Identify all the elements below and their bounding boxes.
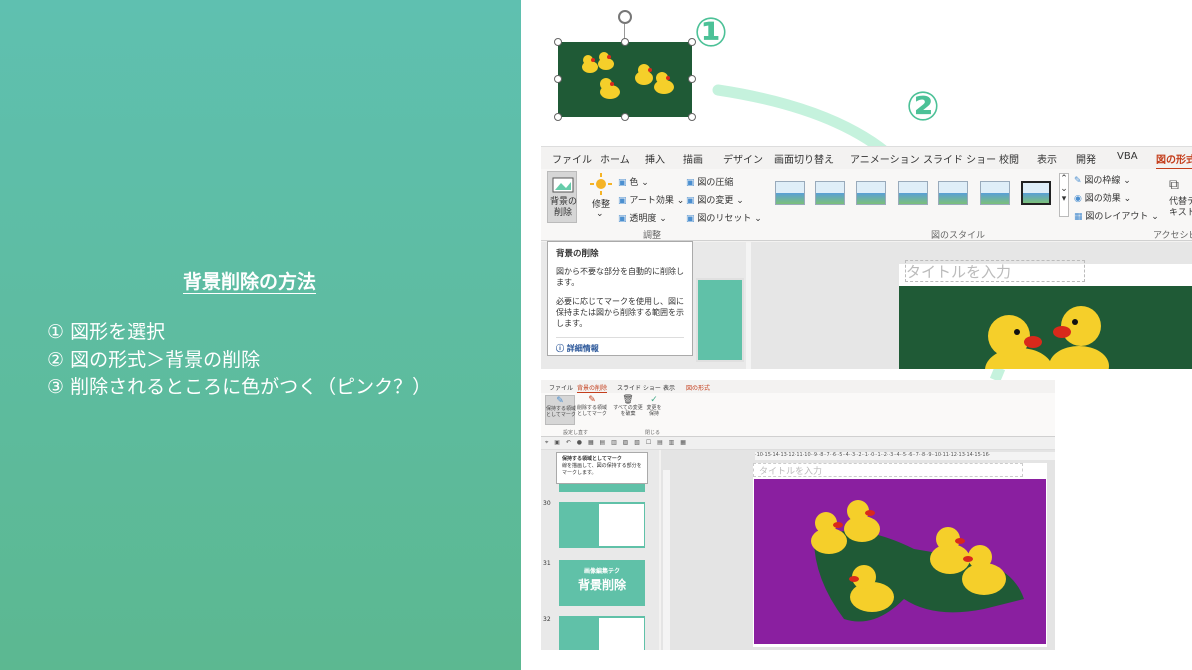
ribbon-body: 背景の 削除 修整 ⌄ ▣ 色 ⌄ ▣ アート効果 ⌄ ▣ 透明度 ⌄ ▣ 図の…: [541, 169, 1192, 241]
step-1: ① 図形を選択: [47, 321, 166, 343]
tab-slideshow[interactable]: スライド ショー: [923, 151, 996, 166]
steps-list: ① 図形を選択 ② 図の形式＞背景の削除 ③ 削除されるところに色がつく（ピンク…: [47, 319, 431, 402]
alt-text-icon: ⧉: [1169, 177, 1179, 193]
slide-thumbnail-32[interactable]: [559, 616, 645, 650]
resize-handle[interactable]: [621, 38, 629, 46]
tab-insert[interactable]: 挿入: [645, 151, 665, 166]
tab-home[interactable]: ホーム: [600, 151, 630, 166]
corrections-dropdown-icon[interactable]: ⌄: [596, 209, 604, 219]
trash-icon: 🗑: [622, 395, 634, 405]
style-thumbnail[interactable]: [938, 181, 968, 205]
title-placeholder[interactable]: タイトルを入力: [905, 260, 1085, 282]
resize-handle[interactable]: [621, 113, 629, 121]
tab-file[interactable]: ファイル: [549, 383, 573, 392]
tab-draw[interactable]: 描画: [683, 151, 703, 166]
rotate-handle-icon[interactable]: [618, 10, 632, 24]
picture-border-button[interactable]: ✎ 図の枠線 ⌄: [1074, 173, 1131, 186]
resize-handle[interactable]: [554, 75, 562, 83]
style-thumbnail[interactable]: [1021, 181, 1051, 205]
corrections-icon: [590, 173, 612, 195]
slide-thumbnail-31[interactable]: 画像編集テク 背景削除: [559, 560, 645, 606]
page-title: 背景削除の方法: [183, 271, 317, 293]
style-thumbnail[interactable]: [815, 181, 845, 205]
transparency-button[interactable]: ▣ 透明度 ⌄: [618, 211, 667, 224]
color-button[interactable]: ▣ 色 ⌄: [618, 175, 649, 188]
style-thumbnail[interactable]: [980, 181, 1010, 205]
tab-animations[interactable]: アニメーション: [850, 151, 920, 166]
slide-thumbnail[interactable]: [696, 278, 744, 362]
style-thumbnail[interactable]: [898, 181, 928, 205]
tab-file[interactable]: ファイル: [552, 151, 592, 166]
step-3: ③ 削除されるところに色がつく（ピンク？）: [47, 376, 432, 398]
remove-background-button[interactable]: 背景の 削除: [547, 171, 577, 223]
reset-picture-button[interactable]: ▣ 図のリセット ⌄: [686, 211, 762, 224]
resize-handle[interactable]: [688, 38, 696, 46]
tooltip-mark-keep: 保持する領域としてマーク 線を描画して、図の保持する部分をマークします。: [556, 452, 648, 484]
toolbar-icons[interactable]: ⌖ ▣ ↶ ● ▦ ▤ ▥ ▨ ▧ ☐ ▤ ▥ ▦: [545, 439, 688, 447]
resize-handle[interactable]: [688, 113, 696, 121]
title-placeholder-3[interactable]: タイトルを入力: [753, 463, 1023, 477]
group-style-label: 図のスタイル: [931, 231, 986, 241]
tab-slideshow[interactable]: スライド ショー: [617, 383, 661, 392]
step-2: ② 図の形式＞背景の削除: [47, 348, 261, 371]
tab-vba[interactable]: VBA: [1117, 151, 1138, 162]
check-icon: ✓: [650, 395, 658, 405]
group-close-label: 閉じる: [645, 430, 661, 436]
alt-text-button[interactable]: 代替テ キスト: [1169, 197, 1192, 219]
mark-remove-button[interactable]: ✎ 削除する領域 としてマーク: [577, 395, 607, 425]
duck-photo-magenta[interactable]: [754, 479, 1046, 644]
picture-effects-button[interactable]: ◉ 図の効果 ⌄: [1074, 191, 1131, 204]
more-info-link[interactable]: ⓘ 詳細情報: [556, 337, 684, 354]
ribbon-tabs-3: ファイル 背景の削除 スライド ショー 表示 図の形式: [541, 380, 1055, 393]
tab-picture-format[interactable]: 図の形式: [686, 383, 710, 392]
keep-pen-icon: ✎: [556, 396, 564, 406]
tab-view[interactable]: 表示: [1037, 151, 1057, 166]
ribbon-body-3: ✎ 保持する領域 としてマーク ✎ 削除する領域 としてマーク 🗑 すべての変更…: [541, 393, 1055, 437]
keep-changes-button[interactable]: ✓ 変更を 保持: [643, 395, 665, 425]
artistic-effects-button[interactable]: ▣ アート効果 ⌄: [618, 193, 684, 206]
remove-background-icon: [552, 177, 574, 193]
resize-handle[interactable]: [554, 113, 562, 121]
ribbon-tabs: ファイル ホーム 挿入 描画 デザイン 画面切り替え アニメーション スライド …: [541, 147, 1192, 170]
horizontal-ruler: ·10·15·14·13·12·11·10··9··8··7··6··5··4·…: [755, 452, 1055, 460]
tab-design[interactable]: デザイン: [723, 151, 763, 166]
ribbon-screenshot: ファイル ホーム 挿入 描画 デザイン 画面切り替え アニメーション スライド …: [541, 146, 1192, 369]
discard-changes-button[interactable]: 🗑 すべての変更 を破棄: [613, 395, 643, 425]
group-refine-label: 設定し直す: [563, 430, 589, 436]
group-accessibility-label: アクセシビ: [1153, 231, 1192, 241]
badge-2: ②: [906, 84, 940, 130]
style-thumbnail[interactable]: [775, 181, 805, 205]
left-panel: 背景削除の方法 ① 図形を選択 ② 図の形式＞背景の削除 ③ 削除されるところに…: [0, 0, 521, 670]
slide-thumbnail-30[interactable]: [559, 502, 645, 548]
compress-pictures-button[interactable]: ▣ 図の圧縮: [686, 175, 733, 188]
badge-1: ①: [694, 10, 728, 56]
duck-photo-small: [558, 42, 692, 117]
resize-handle[interactable]: [554, 38, 562, 46]
vertical-ruler-3: [663, 470, 670, 650]
tab-background-removal[interactable]: 背景の削除: [577, 383, 608, 393]
tab-picture-format[interactable]: 図の形式: [1156, 151, 1192, 170]
gallery-scroll[interactable]: ⌃ ⌄ ▾: [1059, 173, 1069, 217]
quick-toolbar: ⌖ ▣ ↶ ● ▦ ▤ ▥ ▨ ▧ ☐ ▤ ▥ ▦: [541, 437, 1055, 450]
slide-preview: タイトルを入力: [899, 260, 1192, 369]
style-thumbnail[interactable]: [856, 181, 886, 205]
group-adjust-label: 調整: [643, 231, 662, 241]
background-removal-screenshot: ファイル 背景の削除 スライド ショー 表示 図の形式 ✎ 保持する領域 として…: [541, 380, 1055, 650]
selected-duck-image[interactable]: [558, 42, 692, 117]
remove-pen-icon: ✎: [588, 395, 596, 405]
tab-transitions[interactable]: 画面切り替え: [774, 151, 834, 166]
mark-keep-button[interactable]: ✎ 保持する領域 としてマーク: [545, 395, 576, 425]
tab-developer[interactable]: 開発: [1076, 151, 1096, 166]
help-icon: ⓘ: [556, 344, 564, 353]
resize-handle[interactable]: [688, 75, 696, 83]
slide-preview-3: タイトルを入力: [753, 463, 1047, 647]
tab-view[interactable]: 表示: [663, 383, 675, 392]
duck-photo-large[interactable]: [899, 286, 1192, 369]
picture-layout-button[interactable]: ▦ 図のレイアウト ⌄: [1074, 209, 1159, 222]
change-picture-button[interactable]: ▣ 図の変更 ⌄: [686, 193, 744, 206]
tab-review[interactable]: 校閲: [999, 151, 1019, 166]
tooltip-remove-background: 背景の削除 図から不要な部分を自動的に削除します。 必要に応じてマークを使用し、…: [547, 241, 693, 356]
